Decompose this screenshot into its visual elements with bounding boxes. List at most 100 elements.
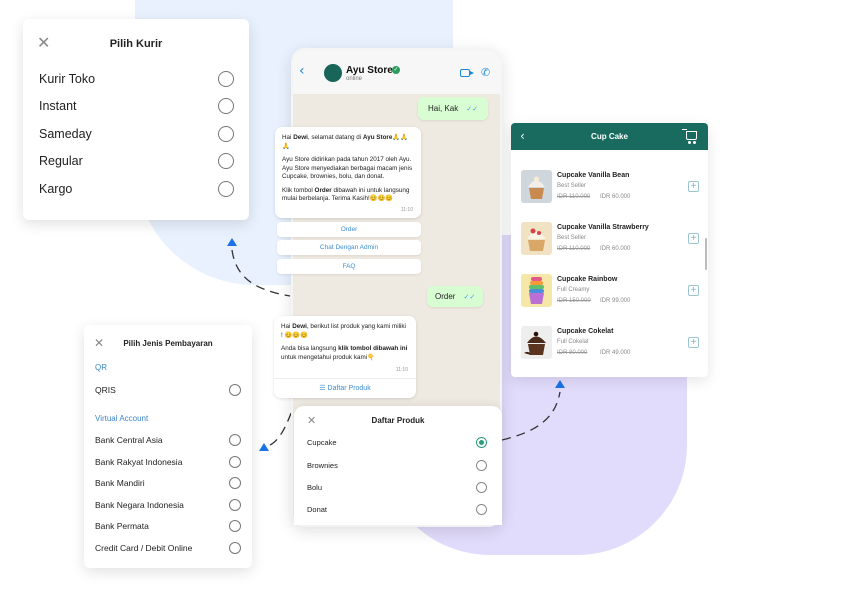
- add-icon[interactable]: +: [688, 233, 699, 244]
- radio-button[interactable]: [229, 477, 241, 489]
- product-item[interactable]: Cupcake Vanilla Bean Best Seller IDR 110…: [521, 170, 701, 210]
- product-image: [521, 222, 552, 255]
- product-name: Cupcake Cokelat: [557, 328, 614, 335]
- radio-button[interactable]: [218, 181, 234, 197]
- welcome-line-1: Hai Dewi, selamat datang di Ayu Store🙏🙏🙏: [282, 134, 409, 150]
- radio-button[interactable]: [229, 456, 241, 468]
- phone-call-icon[interactable]: ✆: [481, 66, 490, 79]
- radio-button[interactable]: [229, 542, 241, 554]
- welcome-line-3: Klik tombol Order dibawah ini untuk lang…: [282, 186, 410, 203]
- product-option[interactable]: Brownies: [307, 459, 487, 471]
- payment-option[interactable]: Bank Negara Indonesia: [95, 498, 241, 512]
- product-price: IDR 99.000: [600, 298, 631, 304]
- quick-reply-order[interactable]: Order: [277, 222, 421, 237]
- product-item[interactable]: Cupcake Rainbow Full Creamy IDR 150.000 …: [521, 274, 701, 314]
- product-image: [521, 170, 552, 203]
- radio-button[interactable]: [476, 503, 487, 515]
- radio-button[interactable]: [218, 153, 234, 169]
- message-time: 11:10: [400, 207, 413, 214]
- courier-option-label: Regular: [39, 154, 83, 168]
- courier-option[interactable]: Instant: [39, 96, 234, 116]
- product-name: Cupcake Vanilla Strawberry: [557, 224, 649, 231]
- back-arrow-icon[interactable]: ‹: [299, 63, 305, 79]
- video-call-icon[interactable]: [460, 69, 474, 77]
- catalog-title: Cup Cake: [591, 132, 628, 141]
- product-option[interactable]: Bolu: [307, 481, 487, 493]
- list-line-1: Hai Dewi, berikut list produk yang kami …: [281, 323, 406, 339]
- radio-button[interactable]: [229, 499, 241, 511]
- product-tag: Full Creamy: [557, 287, 590, 293]
- message-text: Hai, Kak: [428, 104, 459, 113]
- courier-option[interactable]: Kargo: [39, 179, 234, 199]
- payment-option-label: Credit Card / Debit Online: [95, 543, 193, 553]
- courier-option-label: Kurir Toko: [39, 72, 96, 86]
- payment-option[interactable]: Bank Central Asia: [95, 433, 241, 447]
- payment-option-label: Bank Permata: [95, 521, 149, 531]
- payment-option-label: Bank Rakyat Indonesia: [95, 457, 183, 467]
- cart-icon[interactable]: [682, 129, 697, 144]
- radio-button[interactable]: [476, 481, 487, 493]
- welcome-line-2: Ayu Store didirikan pada tahun 2017 oleh…: [282, 156, 413, 180]
- payment-option[interactable]: Bank Permata: [95, 519, 241, 533]
- payment-option-label: Bank Mandiri: [95, 478, 145, 488]
- radio-button[interactable]: [218, 71, 234, 87]
- radio-button[interactable]: [229, 434, 241, 446]
- product-option[interactable]: Cupcake: [307, 436, 487, 448]
- quick-reply-chat-admin[interactable]: Chat Dengan Admin: [277, 240, 421, 255]
- product-option-label: Bolu: [307, 482, 323, 492]
- product-catalog-panel: ‹ Cup Cake Cupcake Vanilla Bean Best Sel…: [511, 123, 708, 377]
- read-receipt-icon: ✓✓: [463, 294, 476, 301]
- contact-name: Ayu Store: [346, 65, 393, 76]
- product-old-price: IDR 150.000: [557, 298, 591, 304]
- radio-button[interactable]: [229, 520, 241, 532]
- read-receipt-icon: ✓✓: [466, 106, 478, 113]
- product-item[interactable]: Cupcake Cokelat Full Cokelat IDR 80.000 …: [521, 326, 701, 366]
- add-icon[interactable]: +: [688, 181, 699, 192]
- payment-option[interactable]: QRIS: [95, 383, 241, 397]
- catalog-header: ‹ Cup Cake: [511, 123, 708, 150]
- payment-option-label: Bank Central Asia: [95, 435, 163, 445]
- product-option[interactable]: Donat: [307, 503, 487, 515]
- message-time: 11:10: [395, 367, 408, 374]
- verified-icon: ✓: [392, 66, 400, 74]
- courier-option[interactable]: Regular: [39, 151, 234, 171]
- section-label-qr: QR: [95, 363, 107, 372]
- radio-button[interactable]: [218, 98, 234, 114]
- product-list-sheet: ✕ Daftar Produk Cupcake Brownies Bolu Do…: [294, 406, 502, 525]
- radio-button-selected[interactable]: [476, 436, 487, 448]
- add-icon[interactable]: +: [688, 337, 699, 348]
- payment-option-label: QRIS: [95, 385, 116, 395]
- radio-button[interactable]: [476, 459, 487, 471]
- quick-reply-faq[interactable]: FAQ: [277, 259, 421, 274]
- daftar-produk-button[interactable]: ☰ Daftar Produk: [274, 378, 416, 398]
- payment-option[interactable]: Bank Mandiri: [95, 476, 241, 490]
- connector-arrow-kurir: [227, 238, 237, 246]
- connector-arrow-catalog: [555, 380, 565, 388]
- product-tag: Full Cokelat: [557, 339, 589, 345]
- product-item[interactable]: Cupcake Vanilla Strawberry Best Seller I…: [521, 222, 701, 262]
- product-old-price: IDR 80.000: [557, 350, 588, 356]
- product-price: IDR 60.000: [600, 246, 631, 252]
- courier-card-title: Pilih Kurir: [109, 38, 163, 50]
- product-option-label: Cupcake: [307, 437, 337, 447]
- connector-arrow-payment: [259, 443, 269, 451]
- radio-button[interactable]: [218, 126, 234, 142]
- product-tag: Best Seller: [557, 235, 587, 241]
- incoming-message-welcome: Hai Dewi, selamat datang di Ayu Store🙏🙏🙏…: [275, 127, 421, 218]
- daftar-produk-label: Daftar Produk: [327, 385, 371, 392]
- incoming-message-product-list: Hai Dewi, berikut list produk yang kami …: [274, 316, 416, 398]
- add-icon[interactable]: +: [688, 285, 699, 296]
- courier-option-label: Sameday: [39, 127, 92, 141]
- courier-option[interactable]: Sameday: [39, 124, 234, 144]
- product-old-price: IDR 110.000: [557, 246, 591, 252]
- section-label-virtual-account: Virtual Account: [95, 414, 149, 423]
- catalog-scrollbar[interactable]: [705, 238, 707, 270]
- radio-button[interactable]: [229, 384, 241, 396]
- courier-option[interactable]: Kurir Toko: [39, 69, 234, 89]
- payment-option[interactable]: Credit Card / Debit Online: [95, 541, 241, 555]
- avatar[interactable]: [324, 64, 342, 82]
- payment-option[interactable]: Bank Rakyat Indonesia: [95, 455, 241, 469]
- payment-selection-card: ✕ Pilih Jenis Pembayaran QR QRIS Virtual…: [84, 325, 252, 568]
- contact-status: online: [346, 76, 363, 82]
- connector-sheet-to-catalog: [501, 391, 561, 441]
